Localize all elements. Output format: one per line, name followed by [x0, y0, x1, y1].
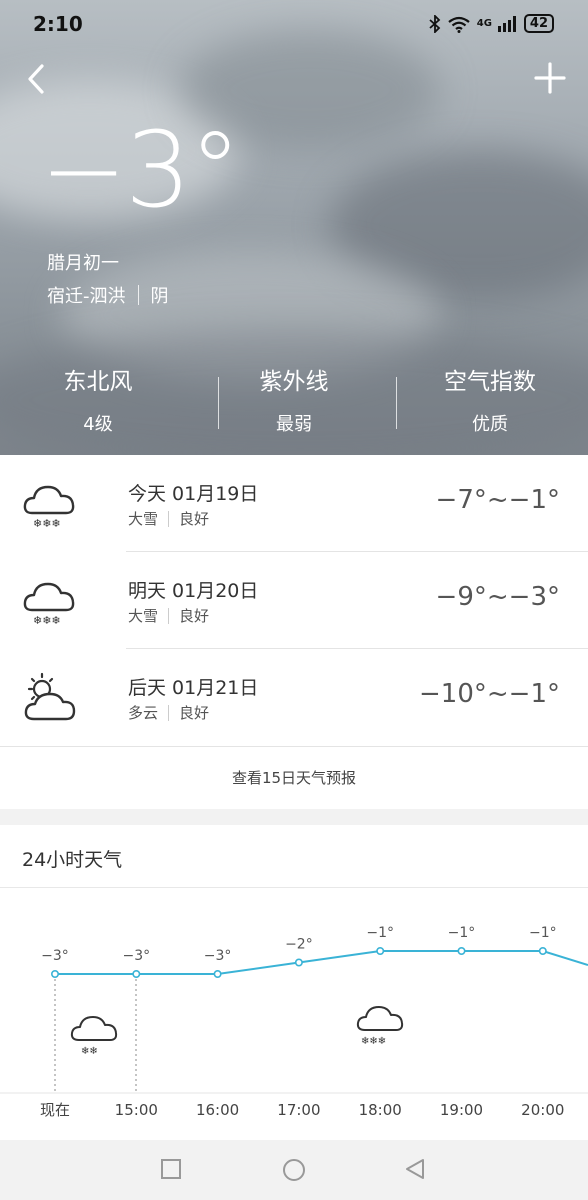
divider: [168, 704, 170, 721]
time-label: 16:00: [196, 1101, 239, 1119]
forecast-row-today[interactable]: ❄❄❄ 今天 01月19日 大雪 良好 −7°~−1°: [0, 455, 588, 552]
metrics-row: 东北风 4级 紫外线 最弱 空气指数 优质: [0, 362, 588, 436]
svg-text:❄❄❄: ❄❄❄: [33, 614, 61, 627]
home-icon[interactable]: [282, 1158, 306, 1182]
location-name: 宿迁-泗洪: [47, 286, 126, 307]
forecast-air: 良好: [179, 607, 210, 625]
temperature-label: −2°: [285, 937, 313, 953]
time-label: 20:00: [521, 1101, 564, 1119]
temperature-label: −1°: [448, 925, 476, 941]
forecast-row-tomorrow[interactable]: ❄❄❄ 明天 01月20日 大雪 良好 −9°~−3°: [0, 552, 588, 649]
metric-divider: [218, 377, 219, 429]
current-temperature: −3°: [40, 109, 241, 231]
forecast-weather: 大雪: [128, 607, 159, 625]
wifi-icon: [448, 16, 470, 33]
time-label: 18:00: [359, 1101, 402, 1119]
metric-divider: [396, 377, 397, 429]
system-nav-bar: [0, 1140, 588, 1200]
metric-value: 4级: [83, 414, 113, 435]
status-time: 2:10: [33, 12, 83, 36]
status-bar: 2:10 4G 42: [0, 0, 588, 48]
weather-hero: 2:10 4G 42 −3° 腊月初一 宿迁-泗洪 阴 东北风 4级 紫外线 最…: [0, 0, 588, 455]
time-label: 19:00: [440, 1101, 483, 1119]
snow-cloud-icon: ❄❄: [70, 1016, 118, 1057]
temperature-point: [294, 958, 303, 967]
view-15-day-forecast-link[interactable]: 查看15日天气预报: [0, 746, 588, 810]
temperature-point: [132, 970, 141, 979]
time-label: 现在: [40, 1101, 70, 1119]
time-label: 17:00: [277, 1101, 320, 1119]
divider: [137, 285, 139, 305]
back-nav-icon[interactable]: [404, 1158, 426, 1180]
temperature-point: [457, 946, 466, 955]
forecast-sub: 大雪 良好: [128, 605, 209, 626]
divider: [168, 510, 170, 527]
metric-title: 紫外线: [259, 369, 329, 395]
add-city-icon[interactable]: [534, 62, 566, 94]
lunar-date: 腊月初一: [47, 253, 119, 274]
signal-icon: [497, 15, 516, 32]
temperature-point: [376, 946, 385, 955]
recent-apps-icon[interactable]: [160, 1158, 182, 1180]
temperature-label: −1°: [366, 925, 394, 941]
battery-indicator: 42: [523, 14, 554, 33]
svg-text:❄❄❄: ❄❄❄: [33, 517, 61, 530]
forecast-air: 良好: [179, 704, 210, 722]
forecast-range: −7°~−1°: [435, 485, 560, 515]
temperature-point: [213, 970, 222, 979]
metric-value: 最弱: [276, 414, 312, 435]
forecast-list: ❄❄❄ 今天 01月19日 大雪 良好 −7°~−1° ❄❄❄ 明天 01月20…: [0, 455, 588, 809]
temperature-point: [538, 946, 547, 955]
hourly-section: 24小时天气 ❄❄ ❄❄❄ −3° 现在 −3° 15:00 −3° 16:00 −2° 17…: [0, 825, 588, 1140]
forecast-range: −10°~−1°: [419, 679, 560, 709]
forecast-row-day-after[interactable]: 后天 01月21日 多云 良好 −10°~−1°: [0, 649, 588, 746]
svg-text:❄❄❄: ❄❄❄: [361, 1036, 386, 1047]
status-icons: 4G 42: [429, 14, 554, 33]
temperature-label: −1°: [529, 925, 557, 941]
snow-cloud-icon: ❄❄❄: [23, 582, 75, 627]
current-condition: 阴: [150, 286, 169, 307]
snow-cloud-icon: ❄❄❄: [356, 1006, 404, 1047]
metric-title: 空气指数: [444, 369, 536, 395]
svg-text:❄❄: ❄❄: [81, 1046, 98, 1057]
back-icon[interactable]: [22, 62, 52, 96]
forecast-date: 后天 01月21日: [128, 677, 259, 699]
bluetooth-icon: [429, 14, 441, 33]
forecast-air: 良好: [179, 510, 210, 528]
forecast-date: 今天 01月19日: [128, 483, 259, 505]
temperature-point: [50, 970, 59, 979]
hourly-chart[interactable]: ❄❄ ❄❄❄ −3° 现在 −3° 15:00 −3° 16:00 −2° 17:00 −1° 1…: [0, 888, 588, 1140]
temperature-label: −3°: [41, 948, 69, 964]
hourly-title: 24小时天气: [22, 849, 123, 871]
location-line: 宿迁-泗洪 阴: [47, 282, 169, 308]
forecast-range: −9°~−3°: [435, 582, 560, 612]
metric-uv[interactable]: 紫外线 最弱: [196, 362, 392, 436]
metric-aqi[interactable]: 空气指数 优质: [392, 362, 588, 436]
temperature-label: −3°: [122, 948, 150, 964]
partly-cloudy-icon: [24, 672, 76, 721]
network-type: 4G: [476, 18, 492, 29]
metric-wind[interactable]: 东北风 4级: [0, 362, 196, 436]
divider: [168, 607, 170, 624]
temperature-label: −3°: [204, 948, 232, 964]
forecast-sub: 多云 良好: [128, 702, 209, 723]
metric-value: 优质: [472, 414, 508, 435]
metric-title: 东北风: [63, 369, 133, 395]
forecast-weather: 多云: [128, 704, 159, 722]
forecast-sub: 大雪 良好: [128, 508, 209, 529]
forecast-date: 明天 01月20日: [128, 580, 259, 602]
snow-cloud-icon: ❄❄❄: [23, 485, 75, 530]
time-label: 15:00: [115, 1101, 158, 1119]
forecast-weather: 大雪: [128, 510, 159, 528]
